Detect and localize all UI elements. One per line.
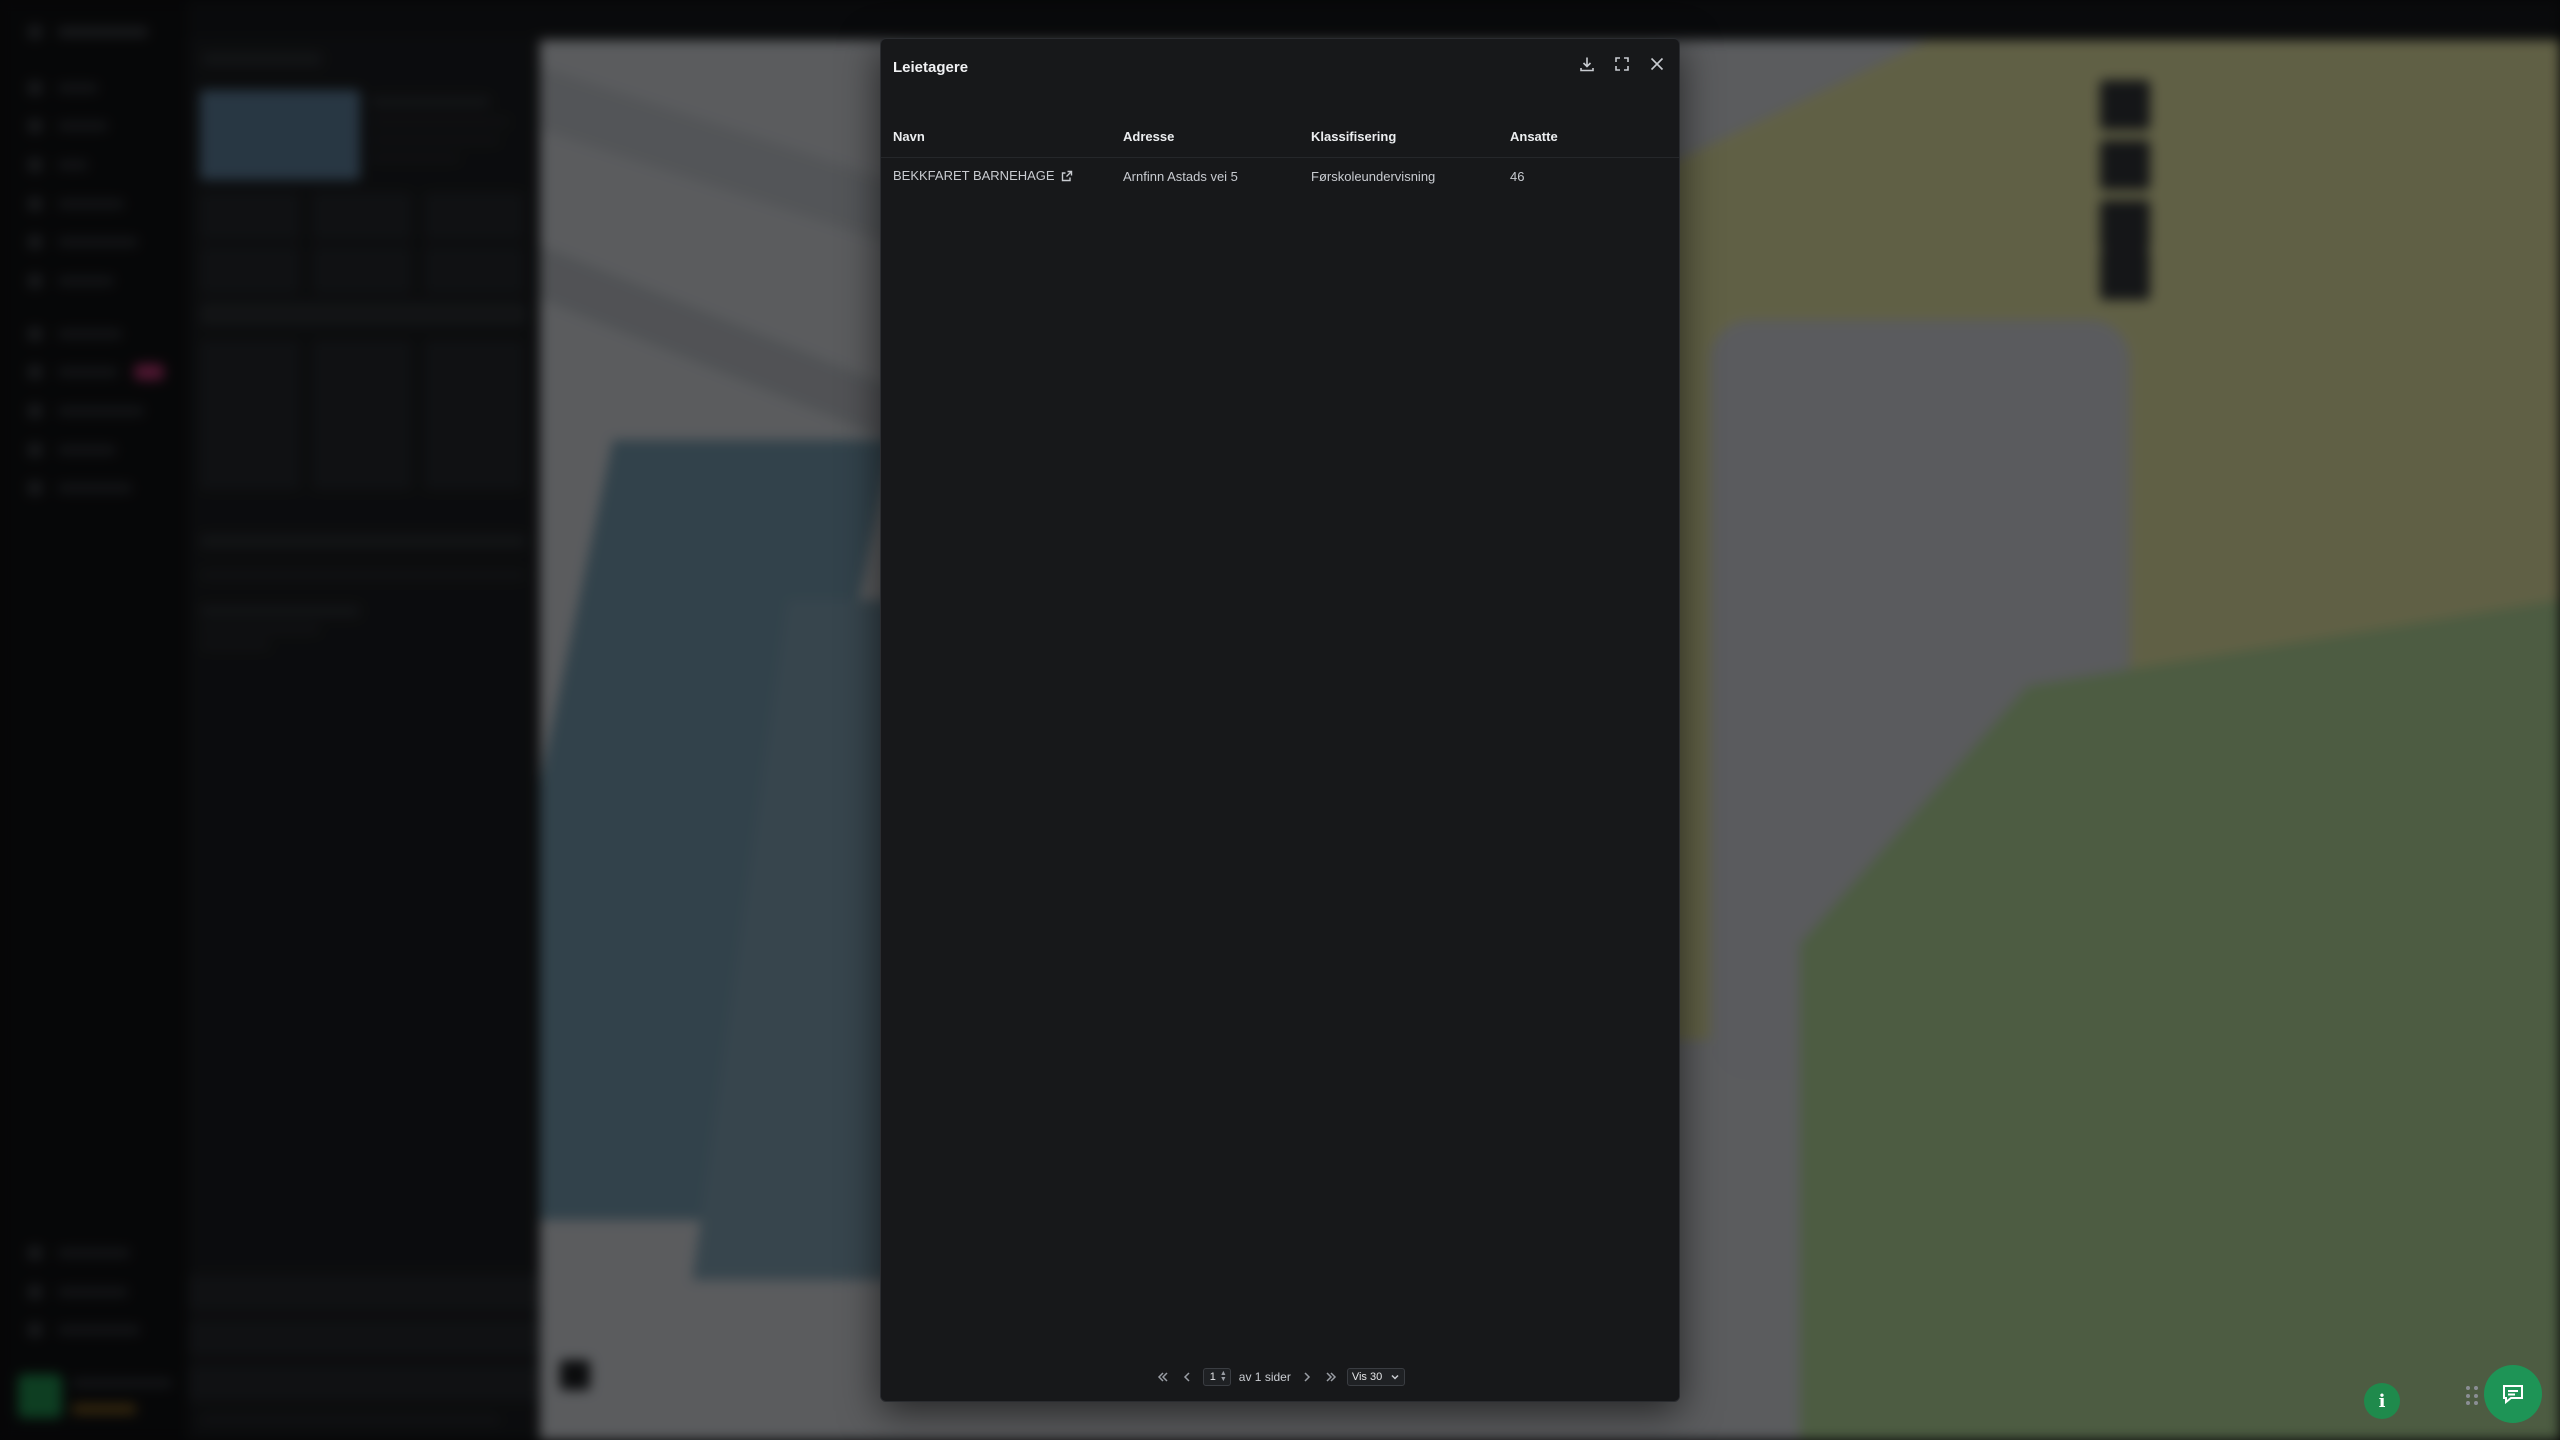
chevron-right-icon <box>1304 1372 1310 1382</box>
first-page-button[interactable] <box>1155 1369 1171 1385</box>
page-count-label: av 1 sider <box>1238 1370 1291 1384</box>
page-size-value: Vis 30 <box>1351 1371 1383 1383</box>
column-header-name[interactable]: Navn <box>881 117 1123 158</box>
previous-page-button[interactable] <box>1179 1369 1195 1385</box>
close-button[interactable] <box>1644 51 1670 77</box>
pagination: 1 ▲ ▼ av 1 sider Vis 30 <box>881 1367 1679 1387</box>
next-page-button[interactable] <box>1299 1369 1315 1385</box>
tenants-table: Navn Adresse Klassifisering Ansatte BEKK… <box>881 117 1679 195</box>
external-link-icon[interactable] <box>1061 170 1073 185</box>
column-header-address[interactable]: Adresse <box>1123 117 1311 158</box>
tenant-name-link[interactable]: BEKKFARET BARNEHAGE <box>881 157 1123 195</box>
tenant-address: Arnfinn Astads vei 5 <box>1123 168 1238 184</box>
last-page-button[interactable] <box>1323 1369 1339 1385</box>
dialog-title: Leietagere <box>893 59 969 76</box>
download-icon <box>1580 57 1594 72</box>
page-number-value: 1 <box>1209 1371 1216 1383</box>
drag-handle-icon[interactable] <box>2466 1386 2480 1406</box>
chevrons-right-icon <box>1326 1372 1336 1382</box>
close-icon <box>1650 57 1664 71</box>
tenants-dialog: Leietagere Navn Adresse Klassifisering A… <box>880 38 1680 1402</box>
expand-icon <box>1615 57 1629 71</box>
chevron-down-icon <box>1391 1374 1399 1380</box>
table-header-row: Navn Adresse Klassifisering Ansatte <box>881 117 1679 158</box>
page-number-input[interactable]: 1 ▲ ▼ <box>1202 1368 1231 1386</box>
chevrons-left-icon <box>1157 1372 1168 1382</box>
expand-button[interactable] <box>1609 51 1635 77</box>
page-size-select[interactable]: Vis 30 <box>1346 1368 1406 1386</box>
column-header-employees[interactable]: Ansatte <box>1510 117 1679 158</box>
info-button[interactable]: i <box>2364 1383 2400 1419</box>
chevron-left-icon <box>1183 1372 1190 1382</box>
tenant-name[interactable]: BEKKFARET BARNEHAGE <box>893 168 1055 183</box>
tenant-classification: Førskoleundervisning <box>1311 168 1436 184</box>
chat-button[interactable] <box>2484 1365 2542 1423</box>
download-button[interactable] <box>1574 51 1600 77</box>
info-icon: i <box>2378 1390 2386 1412</box>
tenant-employees: 46 <box>1510 168 1525 184</box>
chat-icon <box>2503 1385 2523 1405</box>
page-stepper-icon[interactable]: ▲ ▼ <box>1220 1370 1227 1383</box>
column-header-classification[interactable]: Klassifisering <box>1311 117 1510 158</box>
table-row: BEKKFARET BARNEHAGE Arnfinn Astads vei 5… <box>881 157 1679 195</box>
